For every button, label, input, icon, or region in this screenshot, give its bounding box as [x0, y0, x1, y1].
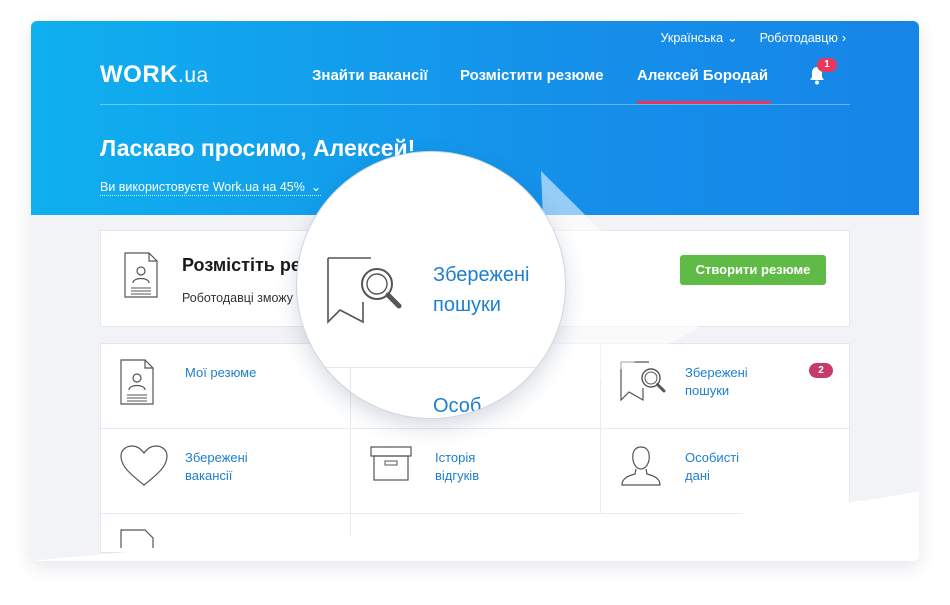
- magnifier-divider-vertical: [350, 367, 351, 418]
- browser-frame: Українська ⌄ Роботодавцю › WORK.ua Знайт…: [31, 21, 919, 561]
- magnifier-label-line2: пошуки: [433, 294, 501, 316]
- saved-search-icon: [327, 257, 402, 324]
- magnifier-divider: [297, 367, 565, 368]
- magnifier-cut-text: Особ: [433, 395, 482, 417]
- magnifier-label-line1: Збережені: [433, 264, 530, 286]
- magnifier-lens: Збережені пошуки Особ: [296, 151, 566, 419]
- magnifier-label: Збережені пошуки: [433, 260, 529, 320]
